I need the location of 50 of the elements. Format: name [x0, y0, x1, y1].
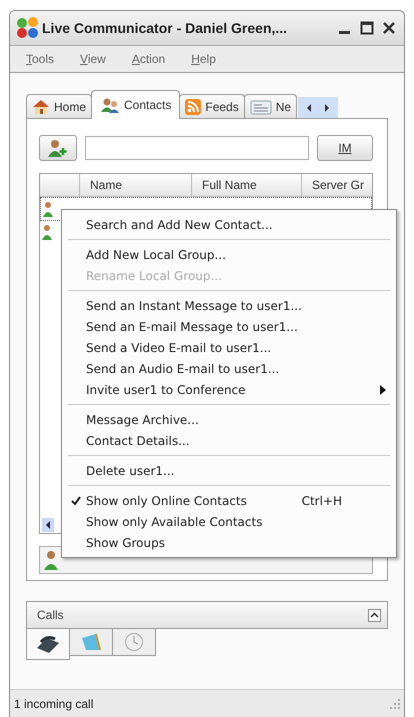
tab[interactable]: Ne — [244, 94, 298, 119]
status-text: 1 incoming call — [14, 697, 94, 711]
column-header[interactable]: Name — [80, 174, 192, 196]
menu-item[interactable]: Show only Available Contacts — [66, 511, 392, 532]
search-field[interactable] — [85, 136, 309, 160]
menu-item[interactable]: Invite user1 to Conference — [66, 379, 392, 400]
phone-icon — [35, 634, 61, 654]
tab[interactable]: Feeds — [179, 94, 245, 119]
column-header[interactable]: Full Name — [192, 174, 302, 196]
menu-item[interactable]: Show only Online Contacts Ctrl+H — [66, 490, 392, 511]
collapse-icon[interactable] — [368, 608, 381, 622]
scroll-left-icon[interactable] — [42, 518, 54, 532]
menu-item[interactable]: Send an E-mail Message to user1... — [66, 316, 392, 337]
menu-item[interactable]: Contact Details... — [66, 430, 392, 451]
clock-icon — [124, 632, 144, 652]
maximize-icon[interactable] — [360, 21, 374, 35]
tab-scroll-buttons[interactable] — [298, 97, 338, 119]
window-title: Live Communicator - Daniel Green,... — [42, 20, 288, 36]
menu-item[interactable]: Send an Instant Message to user1... — [66, 295, 392, 316]
menu-item[interactable]: Send an Audio E-mail to user1... — [66, 358, 392, 379]
person-icon — [44, 550, 58, 570]
menu-item[interactable]: Search and Add New Contact... — [66, 214, 392, 235]
tab[interactable]: Contacts — [91, 90, 180, 119]
im-button[interactable]: IM — [317, 135, 373, 161]
menu-item[interactable]: Send a Video E-mail to user1... — [66, 337, 392, 358]
menu-item[interactable]: Help — [191, 52, 216, 66]
column-header[interactable]: Server Gr — [302, 174, 372, 196]
menu-item[interactable]: Delete user1... — [66, 460, 392, 481]
menu-item[interactable]: Action — [132, 52, 166, 66]
notepad-icon — [80, 632, 102, 652]
submenu-arrow-icon — [380, 384, 386, 394]
menu-item[interactable]: Message Archive... — [66, 409, 392, 430]
person-icon — [42, 224, 52, 240]
tab[interactable]: Home — [26, 94, 92, 119]
resize-grip-icon[interactable] — [390, 699, 400, 709]
menu-item[interactable]: Add New Local Group... — [66, 244, 392, 265]
person-icon — [43, 201, 53, 217]
close-icon[interactable] — [382, 21, 396, 35]
add-contact-button[interactable] — [39, 135, 77, 161]
calls-title: Calls — [37, 608, 64, 622]
add-person-icon — [48, 139, 68, 157]
menu-item[interactable]: Show Groups — [66, 532, 392, 553]
newspaper-icon — [250, 99, 272, 115]
house-icon — [32, 99, 50, 115]
check-icon — [71, 496, 81, 506]
menu-item[interactable]: Tools — [26, 52, 54, 66]
calls-tab[interactable] — [26, 629, 70, 660]
feed-icon — [185, 99, 202, 115]
people-icon — [100, 97, 120, 113]
menu-item[interactable]: View — [80, 52, 106, 66]
